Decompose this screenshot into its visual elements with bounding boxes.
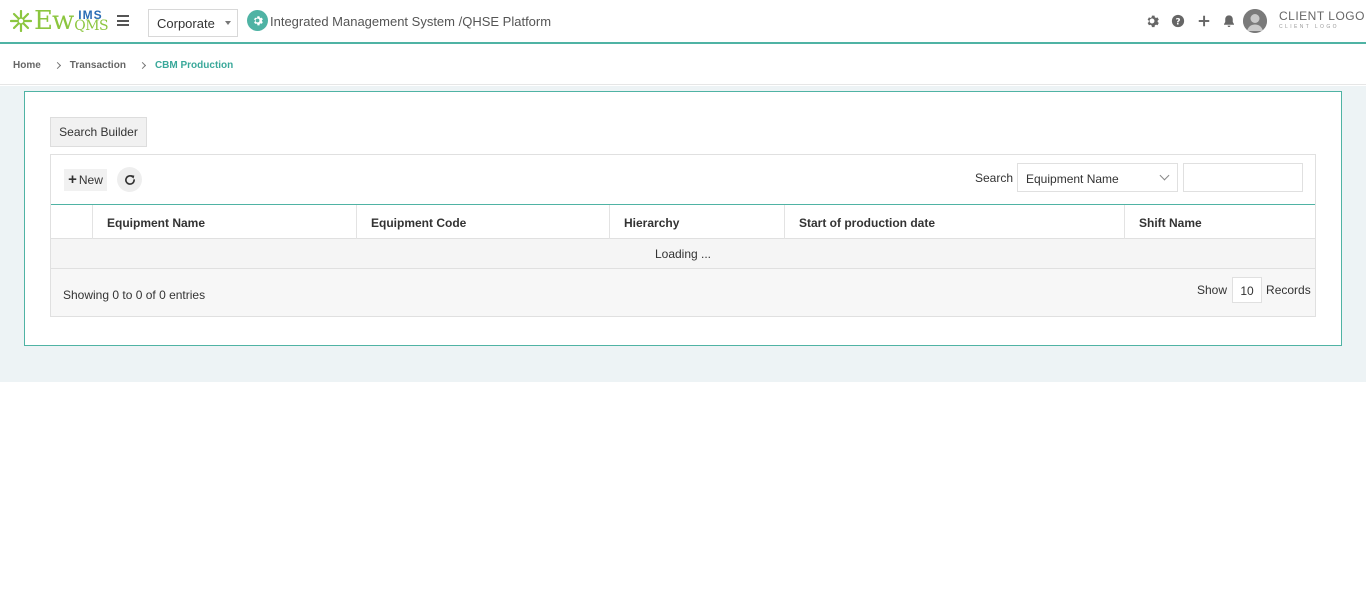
logo-ew-text: Ew — [34, 6, 74, 36]
user-icon — [1243, 9, 1267, 33]
chevron-right-icon — [53, 61, 61, 70]
chevron-down-icon — [1159, 170, 1170, 181]
column-header-hierarchy[interactable]: Hierarchy — [610, 205, 785, 239]
column-header-shift-name[interactable]: Shift Name — [1125, 205, 1315, 239]
records-label: Records — [1266, 283, 1311, 297]
new-button[interactable]: + New — [64, 169, 107, 191]
company-select[interactable]: Corporate — [148, 9, 238, 37]
entries-info: Showing 0 to 0 of 0 entries — [63, 288, 206, 302]
platform-gear-icon — [247, 10, 268, 31]
client-logo-text: CLIENT LOGO — [1279, 9, 1365, 23]
data-grid: + New Search Equipment Name Equipment Na… — [50, 154, 1316, 317]
client-logo-subtext: CLIENT LOGO — [1279, 24, 1339, 30]
column-header-equipment-code[interactable]: Equipment Code — [357, 205, 610, 239]
breadcrumb-transaction[interactable]: Transaction — [70, 60, 126, 71]
breadcrumb-current: CBM Production — [154, 60, 234, 71]
search-input[interactable] — [1183, 163, 1303, 192]
table-header: Equipment Name Equipment Code Hierarchy … — [51, 205, 1315, 239]
page-size-input[interactable]: 10 — [1232, 277, 1263, 303]
gear-icon[interactable] — [1145, 14, 1159, 28]
plus-icon: + — [68, 171, 77, 188]
breadcrumb-home[interactable]: Home — [13, 60, 41, 71]
grid-toolbar: + New Search Equipment Name — [51, 155, 1315, 205]
bell-icon[interactable] — [1222, 14, 1236, 28]
search-builder-button[interactable]: Search Builder — [50, 117, 147, 147]
menu-toggle-icon[interactable] — [117, 15, 129, 26]
logo-qms-text: QMS — [74, 18, 109, 34]
help-icon[interactable]: ? — [1171, 14, 1185, 28]
refresh-button[interactable] — [117, 167, 142, 192]
plus-icon[interactable] — [1197, 14, 1211, 28]
svg-text:?: ? — [1175, 18, 1180, 28]
loading-row: Loading ... — [51, 239, 1315, 269]
sun-logo-icon — [10, 10, 32, 32]
column-header-select[interactable] — [51, 205, 93, 239]
company-select-value: Corporate — [157, 16, 215, 31]
new-button-label: New — [78, 173, 103, 187]
app-logo[interactable]: Ew IMS QMS — [10, 6, 109, 36]
show-label: Show — [1197, 283, 1228, 297]
breadcrumb: Home Transaction CBM Production — [13, 60, 233, 71]
search-field-value: Equipment Name — [1026, 172, 1119, 186]
logo-stack: IMS QMS — [74, 9, 109, 34]
column-header-start-date[interactable]: Start of production date — [785, 205, 1125, 239]
platform-title: Integrated Management System /QHSE Platf… — [270, 14, 552, 29]
breadcrumb-bar: Home Transaction CBM Production — [0, 47, 1366, 85]
chevron-right-icon — [138, 61, 146, 70]
client-logo: CLIENT LOGO CLIENT LOGO — [1279, 9, 1365, 33]
search-label: Search — [975, 171, 1014, 185]
search-field-select[interactable]: Equipment Name — [1017, 163, 1178, 192]
refresh-icon — [124, 174, 135, 185]
caret-down-icon — [225, 21, 231, 25]
top-bar: Ew IMS QMS Corporate Integrated Manageme… — [0, 0, 1366, 44]
page-size-control: Show 10 Records — [1197, 277, 1311, 303]
avatar[interactable] — [1243, 9, 1267, 33]
column-header-equipment-name[interactable]: Equipment Name — [93, 205, 357, 239]
